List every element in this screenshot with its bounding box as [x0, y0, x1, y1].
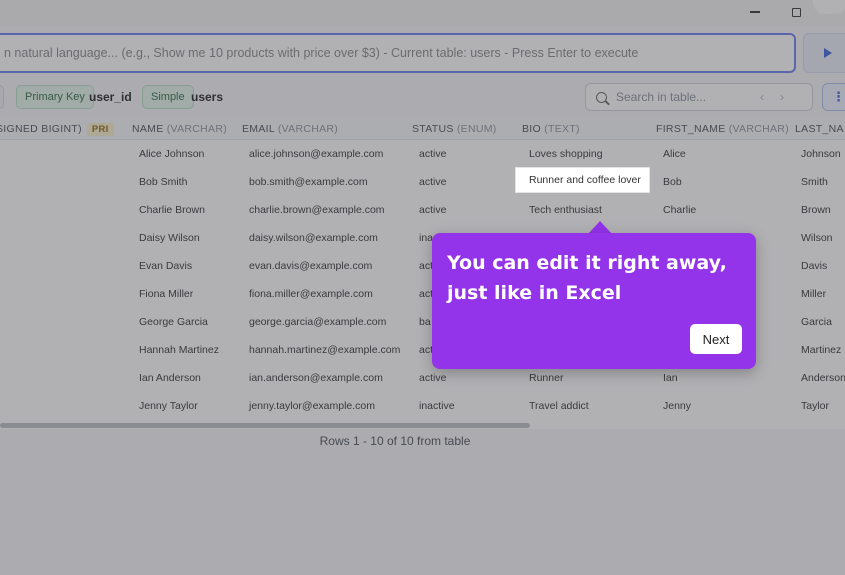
primary-key-value: user_id	[89, 90, 132, 104]
cell-email[interactable]: jenny.taylor@example.com	[249, 400, 375, 412]
table-row[interactable]: Alice Johnson alice.johnson@example.com ac…	[0, 140, 845, 168]
cell-bio[interactable]: Loves shopping	[529, 148, 603, 160]
cell-email[interactable]: bob.smith@example.com	[249, 176, 368, 188]
cell-status[interactable]: ina	[419, 232, 433, 244]
cell-status[interactable]: active	[419, 176, 446, 188]
title-bar	[0, 0, 845, 26]
kebab-icon: ⋮	[832, 89, 845, 104]
execute-query-button[interactable]	[803, 33, 845, 73]
cell-email[interactable]: daisy.wilson@example.com	[249, 232, 378, 244]
more-options-button[interactable]: ⋮	[822, 83, 845, 111]
column-header-status[interactable]: STATUS (ENUM)	[412, 123, 497, 135]
search-next-icon[interactable]: ›	[780, 90, 800, 104]
query-placeholder: n natural language... (e.g., Show me 10 …	[4, 46, 639, 60]
cell-first[interactable]: Jenny	[663, 400, 691, 412]
primary-key-badge: Primary Key	[16, 85, 94, 109]
cell-email[interactable]: alice.johnson@example.com	[249, 148, 383, 160]
mode-badge[interactable]: Simple	[142, 85, 194, 109]
table-name: users	[191, 90, 224, 104]
cell-first[interactable]: Ian	[663, 372, 678, 384]
cell-email[interactable]: fiona.miller@example.com	[249, 288, 373, 300]
cell-status[interactable]: inactive	[419, 400, 455, 412]
table-row[interactable]: Bob Smith bob.smith@example.com active Runn…	[0, 168, 845, 196]
natural-language-query-input[interactable]: n natural language... (e.g., Show me 10 …	[0, 33, 796, 73]
cell-status[interactable]: active	[419, 372, 446, 384]
cell-status[interactable]: act	[419, 288, 433, 300]
cell-last[interactable]: Taylor	[801, 400, 829, 412]
cell-status[interactable]: ba	[419, 316, 431, 328]
cell-name[interactable]: George Garcia	[139, 316, 208, 328]
table-search-input[interactable]: Search in table... ‹›	[585, 83, 813, 111]
table-row[interactable]: Charlie Brown charlie.brown@example.com ac…	[0, 196, 845, 224]
search-icon	[596, 91, 607, 103]
search-prev-icon[interactable]: ‹	[760, 90, 780, 104]
cell-last[interactable]: Miller	[801, 288, 826, 300]
cell-name[interactable]: Fiona Miller	[139, 288, 193, 300]
cell-name[interactable]: Evan Davis	[139, 260, 192, 272]
cell-bio[interactable]: Runner	[529, 372, 563, 384]
column-header-email[interactable]: EMAIL (VARCHAR)	[242, 123, 338, 135]
column-header-first-name[interactable]: FIRST_NAME (VARCHAR)	[656, 123, 789, 135]
cell-name[interactable]: Hannah Martinez	[139, 344, 219, 356]
cell-name[interactable]: Jenny Taylor	[139, 400, 198, 412]
column-header-user-id[interactable]: SIGNED BIGINT) PRI	[0, 123, 114, 136]
tour-tooltip: You can edit it right away, just like in…	[432, 233, 756, 369]
minimize-icon[interactable]	[747, 4, 763, 20]
cell-email[interactable]: evan.davis@example.com	[249, 260, 372, 272]
cell-status[interactable]: act	[419, 260, 433, 272]
cell-last[interactable]: Wilson	[801, 232, 833, 244]
cell-name[interactable]: Bob Smith	[139, 176, 187, 188]
cell-last[interactable]: Davis	[801, 260, 827, 272]
search-nav-arrows[interactable]: ‹›	[760, 90, 800, 104]
cell-email[interactable]: george.garcia@example.com	[249, 316, 386, 328]
cell-last[interactable]: Anderson	[801, 372, 845, 384]
cell-last[interactable]: Johnson	[801, 148, 841, 160]
toolbar-chip[interactable]	[0, 85, 4, 109]
column-header-last-name[interactable]: LAST_NA	[795, 123, 844, 135]
close-icon[interactable]	[813, 0, 845, 14]
maximize-icon[interactable]	[788, 4, 804, 20]
cell-status[interactable]: active	[419, 204, 446, 216]
cell-email[interactable]: hannah.martinez@example.com	[249, 344, 400, 356]
search-placeholder: Search in table...	[616, 90, 707, 104]
pri-badge: PRI	[86, 123, 114, 136]
cell-name[interactable]: Ian Anderson	[139, 372, 201, 384]
cell-email[interactable]: charlie.brown@example.com	[249, 204, 385, 216]
cell-name[interactable]: Charlie Brown	[139, 204, 205, 216]
cell-last[interactable]: Smith	[801, 176, 828, 188]
cell-name[interactable]: Daisy Wilson	[139, 232, 200, 244]
cell-email[interactable]: ian.anderson@example.com	[249, 372, 383, 384]
table-row[interactable]: Jenny Taylor jenny.taylor@example.com inac…	[0, 392, 845, 420]
column-header-name[interactable]: NAME (VARCHAR)	[132, 123, 227, 135]
cell-bio[interactable]: Tech enthusiast	[529, 204, 602, 216]
cell-last[interactable]: Brown	[801, 204, 831, 216]
cell-first[interactable]: Charlie	[663, 204, 696, 216]
row-count-text: Rows 1 - 10 of 10 from table	[319, 434, 471, 448]
horizontal-scrollbar[interactable]	[0, 423, 530, 428]
cell-status[interactable]: active	[419, 148, 446, 160]
cell-name[interactable]: Alice Johnson	[139, 148, 204, 160]
cell-bio[interactable]: Travel addict	[529, 400, 589, 412]
bio-cell-editor[interactable]: Runner and coffee lover	[515, 167, 650, 193]
cell-last[interactable]: Martinez	[801, 344, 841, 356]
play-icon	[824, 48, 832, 58]
cell-last[interactable]: Garcia	[801, 316, 832, 328]
tour-next-button[interactable]: Next	[690, 324, 742, 354]
cell-first[interactable]: Alice	[663, 148, 686, 160]
table-header: SIGNED BIGINT) PRI NAME (VARCHAR) EMAIL (…	[0, 118, 845, 140]
cell-first[interactable]: Bob	[663, 176, 682, 188]
cell-status[interactable]: act	[419, 344, 433, 356]
tour-message: You can edit it right away, just like in…	[447, 252, 727, 304]
column-header-bio[interactable]: BIO (TEXT)	[522, 123, 580, 135]
